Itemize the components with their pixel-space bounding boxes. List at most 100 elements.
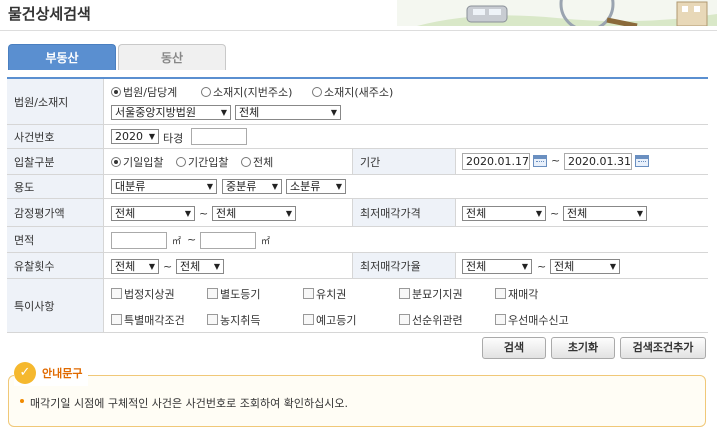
usage-middle-select[interactable]: 중분류 ▼ [222, 179, 282, 194]
date-to-input[interactable]: 2020.01.31 [564, 153, 632, 170]
chevron-down-icon: ▼ [213, 262, 220, 271]
checkbox-label: 특별매각조건 [124, 314, 185, 327]
checkbox-label: 예고등기 [316, 314, 357, 327]
radio-label-bid-period: 기간입찰 [188, 156, 229, 169]
min-price-to-select[interactable]: 전체 ▼ [563, 206, 647, 221]
row-label-special: 특이사항 [7, 279, 104, 332]
chevron-down-icon: ▼ [335, 182, 342, 191]
radio-label-bid-date: 기일입찰 [123, 156, 164, 169]
radio-court-dept[interactable] [111, 87, 121, 97]
add-condition-button[interactable]: 검색조건추가 [620, 337, 706, 359]
header-illustration-icon [397, 0, 717, 26]
bullet-icon [20, 399, 24, 403]
row-label-appraisal: 감정평가액 [7, 199, 104, 226]
row-label-bid-type: 입찰구분 [7, 149, 104, 174]
checkbox-resale[interactable] [495, 288, 506, 299]
min-rate-from-select[interactable]: 전체 ▼ [462, 259, 532, 274]
radio-bid-all[interactable] [241, 157, 251, 167]
search-form: 법원/소재지 법원/담당계 소재지(지번주소) 소재지(새주소) 서울중앙지방법… [7, 77, 708, 333]
chevron-down-icon: ▼ [330, 108, 337, 117]
checkbox-label: 선순위관련 [412, 314, 463, 327]
case-year-select[interactable]: 2020 ▼ [111, 129, 159, 144]
min-rate-tilde: ~ [537, 260, 547, 273]
reset-button[interactable]: 초기화 [551, 337, 615, 359]
min-rate-to-select[interactable]: 전체 ▼ [550, 259, 620, 274]
area-tilde: ~ [187, 233, 197, 246]
checkbox-lien[interactable] [303, 288, 314, 299]
min-price-from-select[interactable]: 전체 ▼ [462, 206, 546, 221]
radio-address-road[interactable] [312, 87, 322, 97]
row-special: 특이사항 법정지상권 별도등기 유치권 분묘기지권 재매각 특별매각조건 농지취… [7, 279, 708, 333]
calendar-icon[interactable] [635, 155, 649, 167]
chevron-down-icon: ▼ [521, 262, 528, 271]
page-title: 물건상세검색 [8, 5, 91, 23]
radio-address-lot[interactable] [201, 87, 211, 97]
row-court: 법원/소재지 법원/담당계 소재지(지번주소) 소재지(새주소) 서울중앙지방법… [7, 79, 708, 125]
checkbox-senior-priority[interactable] [399, 314, 410, 325]
row-label-min-price: 최저매각가격 [352, 199, 456, 226]
radio-bid-period[interactable] [176, 157, 186, 167]
usage-major-select[interactable]: 대분류 ▼ [111, 179, 217, 194]
chevron-down-icon: ▼ [535, 209, 542, 218]
tab-real-estate[interactable]: 부동산 [8, 44, 116, 70]
fail-count-from-select[interactable]: 전체 ▼ [111, 259, 159, 274]
checkbox-label: 농지취득 [220, 314, 261, 327]
checkbox-grave-site-right[interactable] [399, 288, 410, 299]
appraisal-from-select[interactable]: 전체 ▼ [111, 206, 195, 221]
row-label-area: 면적 [7, 227, 104, 252]
area-unit-to: ㎡ [261, 237, 271, 247]
row-label-court: 법원/소재지 [7, 79, 104, 124]
notice-header: ✓ 안내문구 [14, 360, 89, 386]
radio-label-bid-all: 전체 [253, 156, 274, 169]
checkbox-separate-registry[interactable] [207, 288, 218, 299]
chevron-down-icon: ▼ [609, 262, 616, 271]
area-to-input[interactable] [200, 232, 256, 249]
search-button[interactable]: 검색 [482, 337, 546, 359]
row-label-period: 기간 [352, 149, 456, 174]
checkbox-farmland-acquisition[interactable] [207, 314, 218, 325]
radio-label-address-road: 소재지(새주소) [324, 86, 394, 99]
department-select[interactable]: 전체 ▼ [235, 105, 341, 120]
checkbox-label: 법정지상권 [124, 288, 175, 301]
row-label-min-rate: 최저매각가율 [352, 253, 456, 278]
row-case-number: 사건번호 2020 ▼ 타경 [7, 125, 708, 149]
radio-label-court-dept: 법원/담당계 [123, 86, 178, 99]
court-select[interactable]: 서울중앙지방법원 ▼ [111, 105, 231, 120]
category-tabs: 부동산 동산 [8, 44, 708, 70]
appraisal-to-select[interactable]: 전체 ▼ [212, 206, 296, 221]
radio-bid-date[interactable] [111, 157, 121, 167]
case-type-text: 타경 [163, 132, 184, 145]
fail-count-to-select[interactable]: 전체 ▼ [176, 259, 224, 274]
chevron-down-icon: ▼ [148, 132, 155, 141]
chevron-down-icon: ▼ [636, 209, 643, 218]
row-label-usage: 용도 [7, 175, 104, 198]
checkbox-special-sale-condition[interactable] [111, 314, 122, 325]
case-number-input[interactable] [191, 128, 247, 145]
row-bid-type: 입찰구분 기일입찰 기간입찰 전체 기간 2020.01.17 ~ 2020.0… [7, 149, 708, 175]
date-tilde: ~ [551, 154, 561, 167]
chevron-down-icon: ▼ [271, 182, 278, 191]
page-header: 물건상세검색 [0, 0, 717, 32]
chevron-down-icon: ▼ [148, 262, 155, 271]
date-from-input[interactable]: 2020.01.17 [462, 153, 530, 170]
checkbox-priority-purchase[interactable] [495, 314, 506, 325]
checkbox-label: 우선매수신고 [508, 314, 569, 327]
chevron-down-icon: ▼ [206, 182, 213, 191]
usage-minor-select[interactable]: 소분류 ▼ [286, 179, 346, 194]
area-unit-from: ㎡ [172, 237, 182, 247]
checkbox-label: 분묘기지권 [412, 288, 463, 301]
tab-movable-property[interactable]: 동산 [118, 44, 226, 70]
checkbox-label: 별도등기 [220, 288, 261, 301]
calendar-icon[interactable] [533, 155, 547, 167]
checkbox-preliminary-registry[interactable] [303, 314, 314, 325]
min-price-tilde: ~ [550, 207, 560, 220]
row-label-case-number: 사건번호 [7, 125, 104, 148]
row-label-fail-count: 유찰횟수 [7, 253, 104, 278]
fail-count-tilde: ~ [163, 260, 173, 273]
area-from-input[interactable] [111, 232, 167, 249]
chevron-down-icon: ▼ [184, 209, 191, 218]
chevron-down-icon: ▼ [220, 108, 227, 117]
row-fail-count: 유찰횟수 전체 ▼ ~ 전체 ▼ 최저매각가율 전체 ▼ ~ 전체 ▼ [7, 253, 708, 279]
checkbox-legal-surface-right[interactable] [111, 288, 122, 299]
checkbox-label: 재매각 [508, 288, 539, 301]
